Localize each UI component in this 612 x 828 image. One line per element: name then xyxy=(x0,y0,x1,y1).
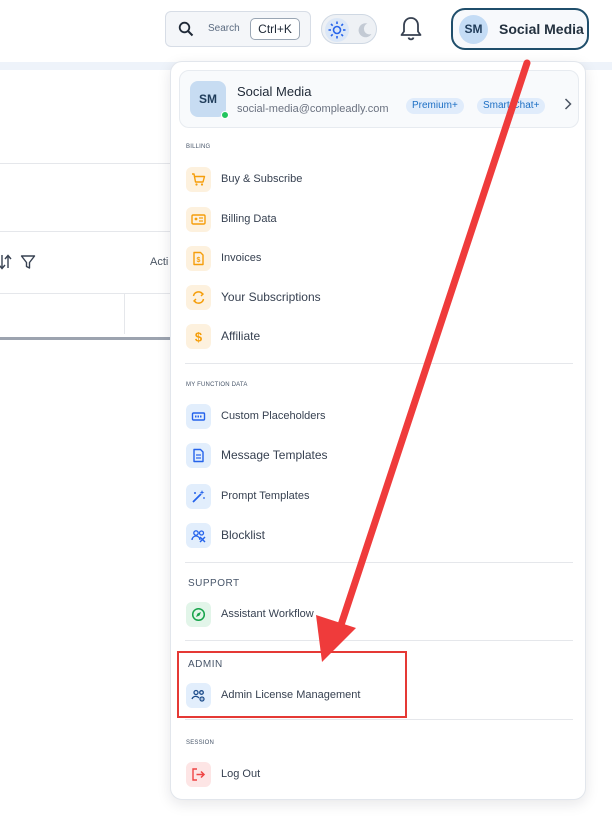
annotation-arrow xyxy=(316,59,531,662)
